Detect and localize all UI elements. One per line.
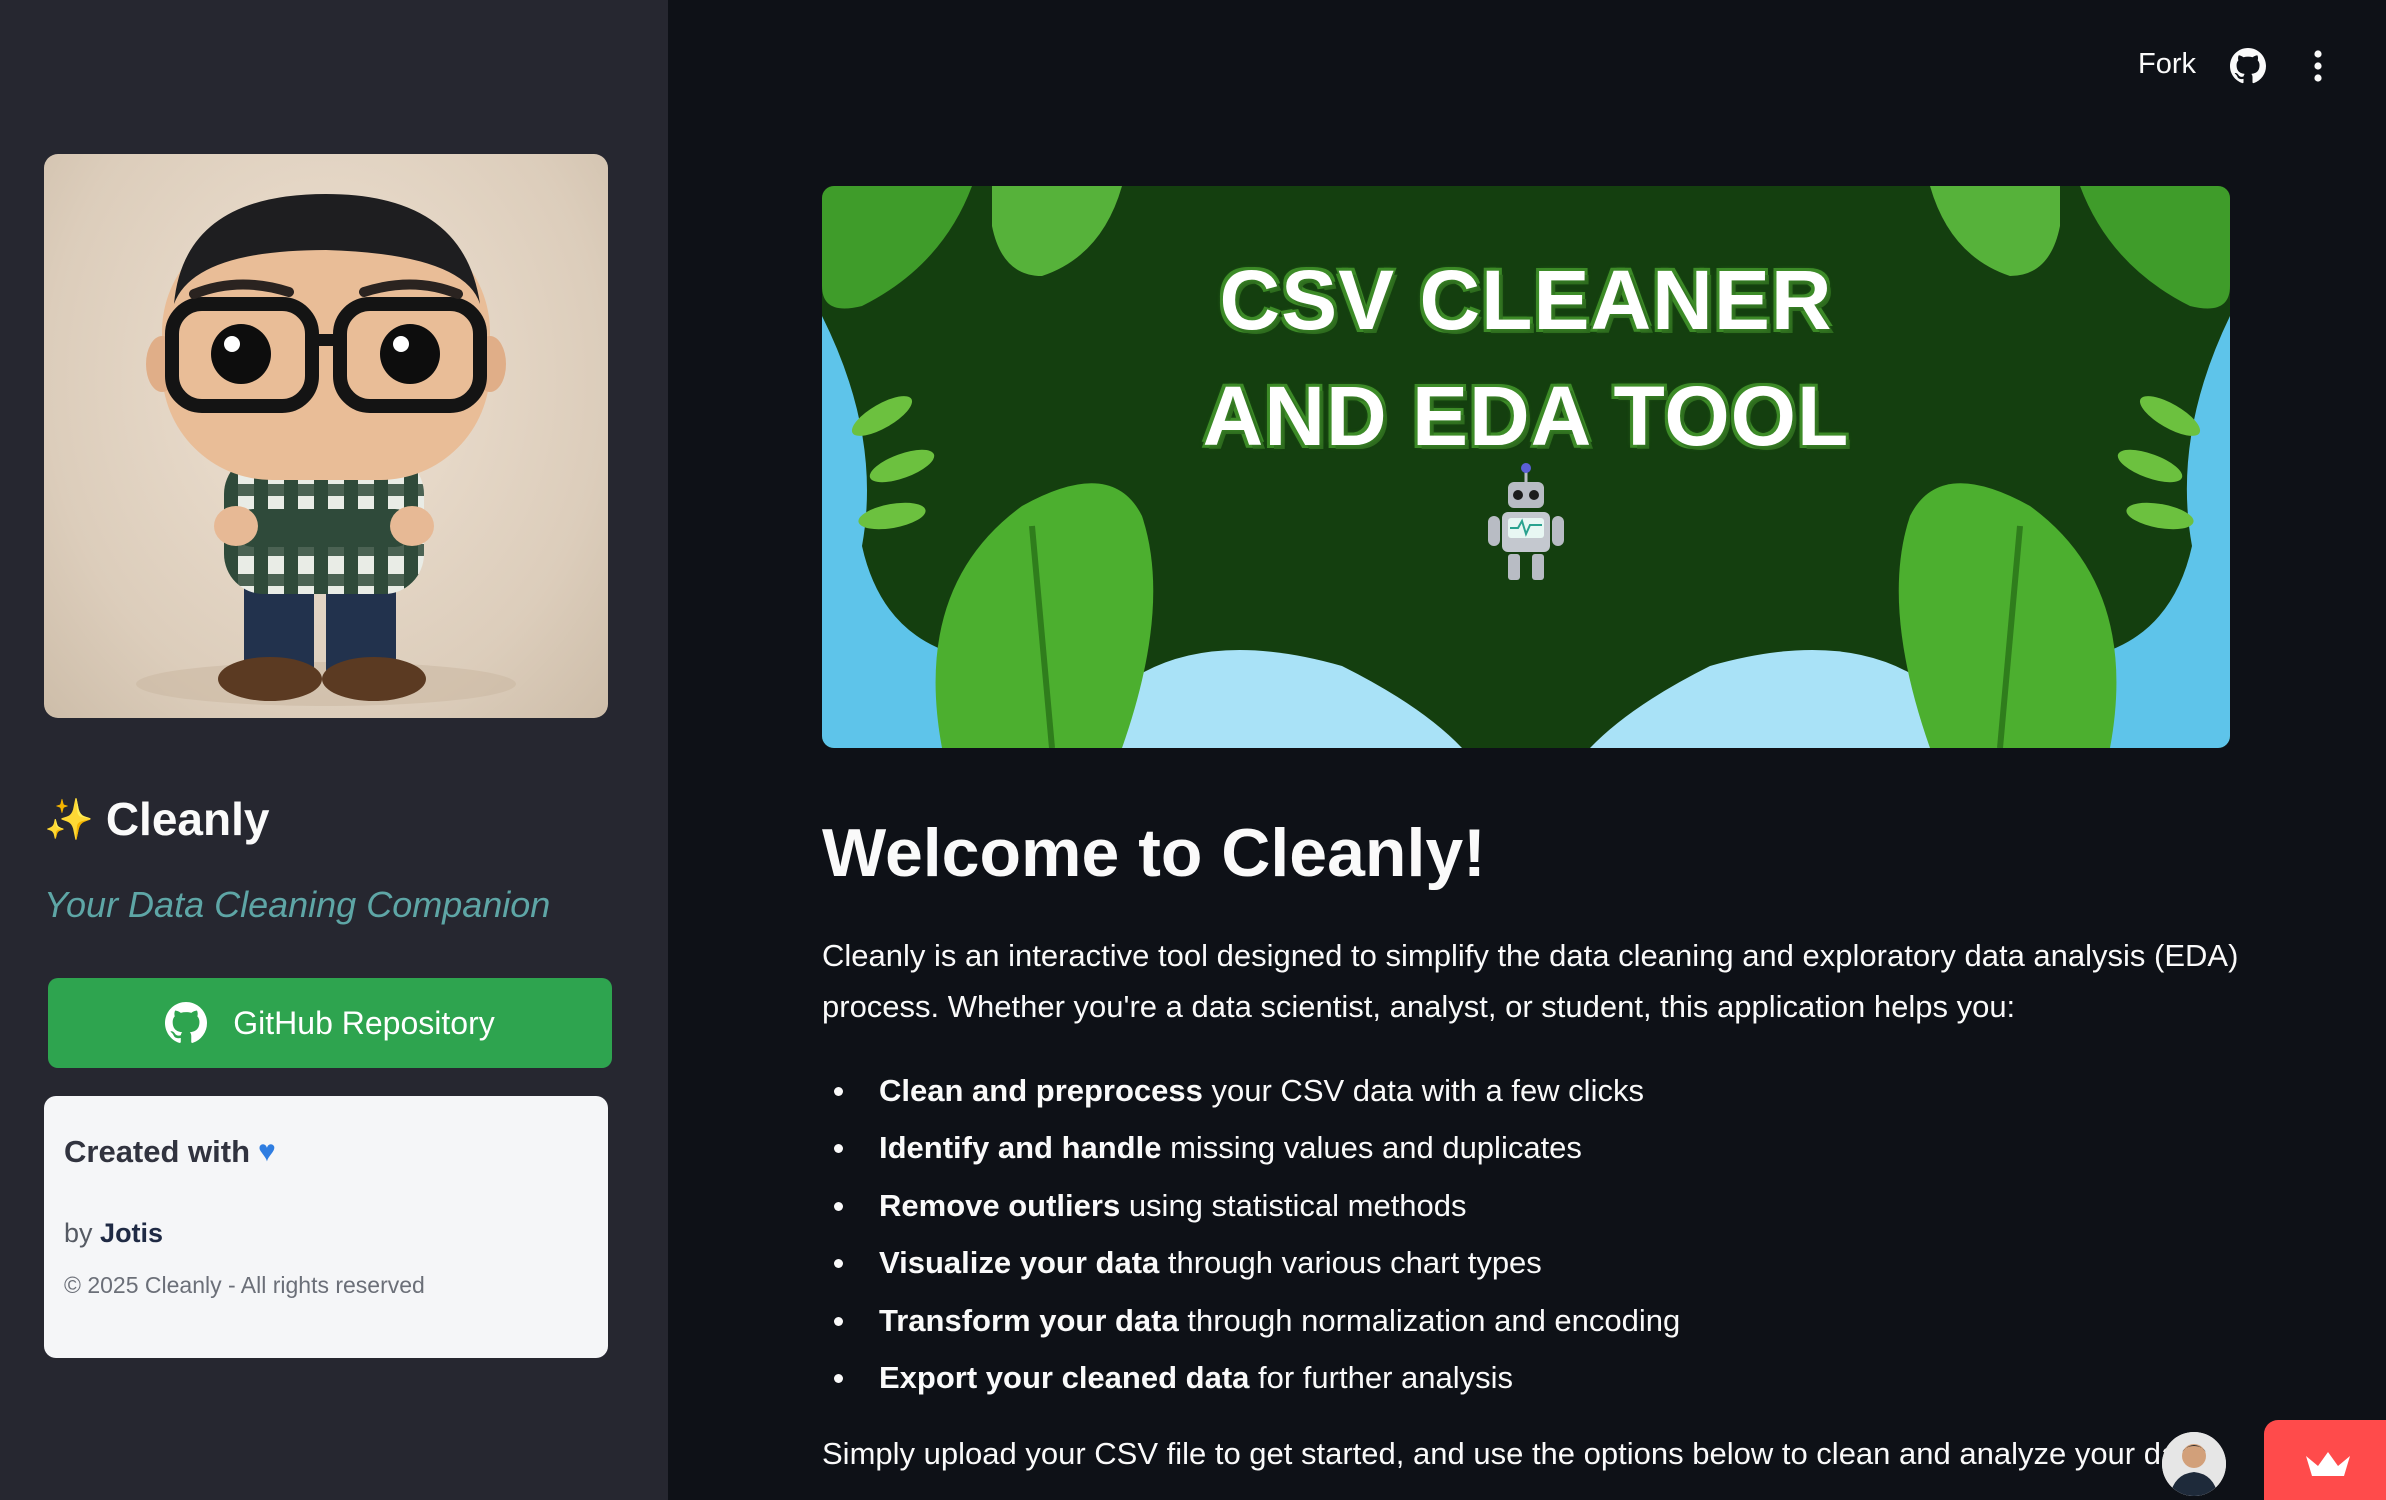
- feature-rest: your CSV data with a few clicks: [1202, 1073, 1644, 1108]
- author-name: Jotis: [100, 1218, 164, 1248]
- feature-rest: through normalization and encoding: [1178, 1302, 1681, 1338]
- list-item: Remove outliers using statistical method…: [822, 1180, 2222, 1237]
- feature-rest: missing values and duplicates: [1161, 1130, 1582, 1166]
- feature-bold: Export your cleaned data: [879, 1359, 1250, 1395]
- app-tagline: Your Data Cleaning Companion: [44, 884, 551, 925]
- github-repository-button[interactable]: GitHub Repository: [48, 978, 612, 1068]
- feature-bold: Identify and handle: [879, 1130, 1162, 1166]
- list-item: Identify and handle missing values and d…: [822, 1122, 2222, 1179]
- author-byline: by Jotis: [64, 1218, 163, 1249]
- created-with-text: Created with: [64, 1134, 251, 1169]
- blue-heart-icon: ♥: [258, 1135, 276, 1168]
- streamlit-badge[interactable]: [2264, 1420, 2386, 1500]
- banner-title-line-1: CSV CLEANER: [1219, 253, 1833, 347]
- github-button-label: GitHub Repository: [233, 1004, 495, 1041]
- created-with-line: Created with ♥: [64, 1134, 276, 1170]
- feature-rest: for further analysis: [1249, 1359, 1513, 1395]
- by-prefix: by: [64, 1218, 93, 1248]
- list-item: Export your cleaned data for further ana…: [822, 1352, 2222, 1409]
- page-title: Welcome to Cleanly!: [822, 815, 1486, 891]
- call-to-action-text: Simply upload your CSV file to get start…: [822, 1436, 2213, 1471]
- sparkles-icon: ✨: [44, 797, 94, 842]
- app-title-text: Cleanly: [105, 793, 270, 845]
- copyright-text: © 2025 Cleanly - All rights reserved: [64, 1272, 425, 1298]
- credit-card: Created with ♥ by Jotis © 2025 Cleanly -…: [44, 1096, 608, 1358]
- github-icon: [165, 1002, 208, 1043]
- banner-title-line-2: AND EDA TOOL: [1202, 369, 1850, 463]
- list-item: Transform your data through normalizatio…: [822, 1295, 2222, 1352]
- github-icon[interactable]: [2230, 48, 2266, 84]
- feature-bold: Transform your data: [879, 1302, 1179, 1338]
- user-avatar[interactable]: [2162, 1432, 2226, 1496]
- crown-icon: [2306, 1452, 2350, 1476]
- feature-rest: through various chart types: [1159, 1245, 1542, 1281]
- list-item: Visualize your data through various char…: [822, 1237, 2222, 1294]
- profile-avatar-image: [44, 154, 608, 718]
- hero-banner: CSV CLEANER AND EDA TOOL: [822, 186, 2230, 748]
- feature-bold: Remove outliers: [879, 1187, 1121, 1223]
- feature-bold: Visualize your data: [879, 1245, 1160, 1281]
- kebab-menu-icon[interactable]: [2310, 48, 2326, 84]
- app-title: ✨ Cleanly: [44, 786, 269, 852]
- list-item: Clean and preprocess your CSV data with …: [822, 1065, 2222, 1122]
- feature-rest: using statistical methods: [1120, 1187, 1467, 1223]
- sidebar: ✨ Cleanly Your Data Cleaning Companion G…: [0, 0, 668, 1500]
- fork-button[interactable]: Fork: [2138, 48, 2196, 81]
- intro-paragraph: Cleanly is an interactive tool designed …: [822, 938, 2239, 1024]
- feature-list: Clean and preprocess your CSV data with …: [822, 1065, 2222, 1409]
- feature-bold: Clean and preprocess: [879, 1073, 1203, 1108]
